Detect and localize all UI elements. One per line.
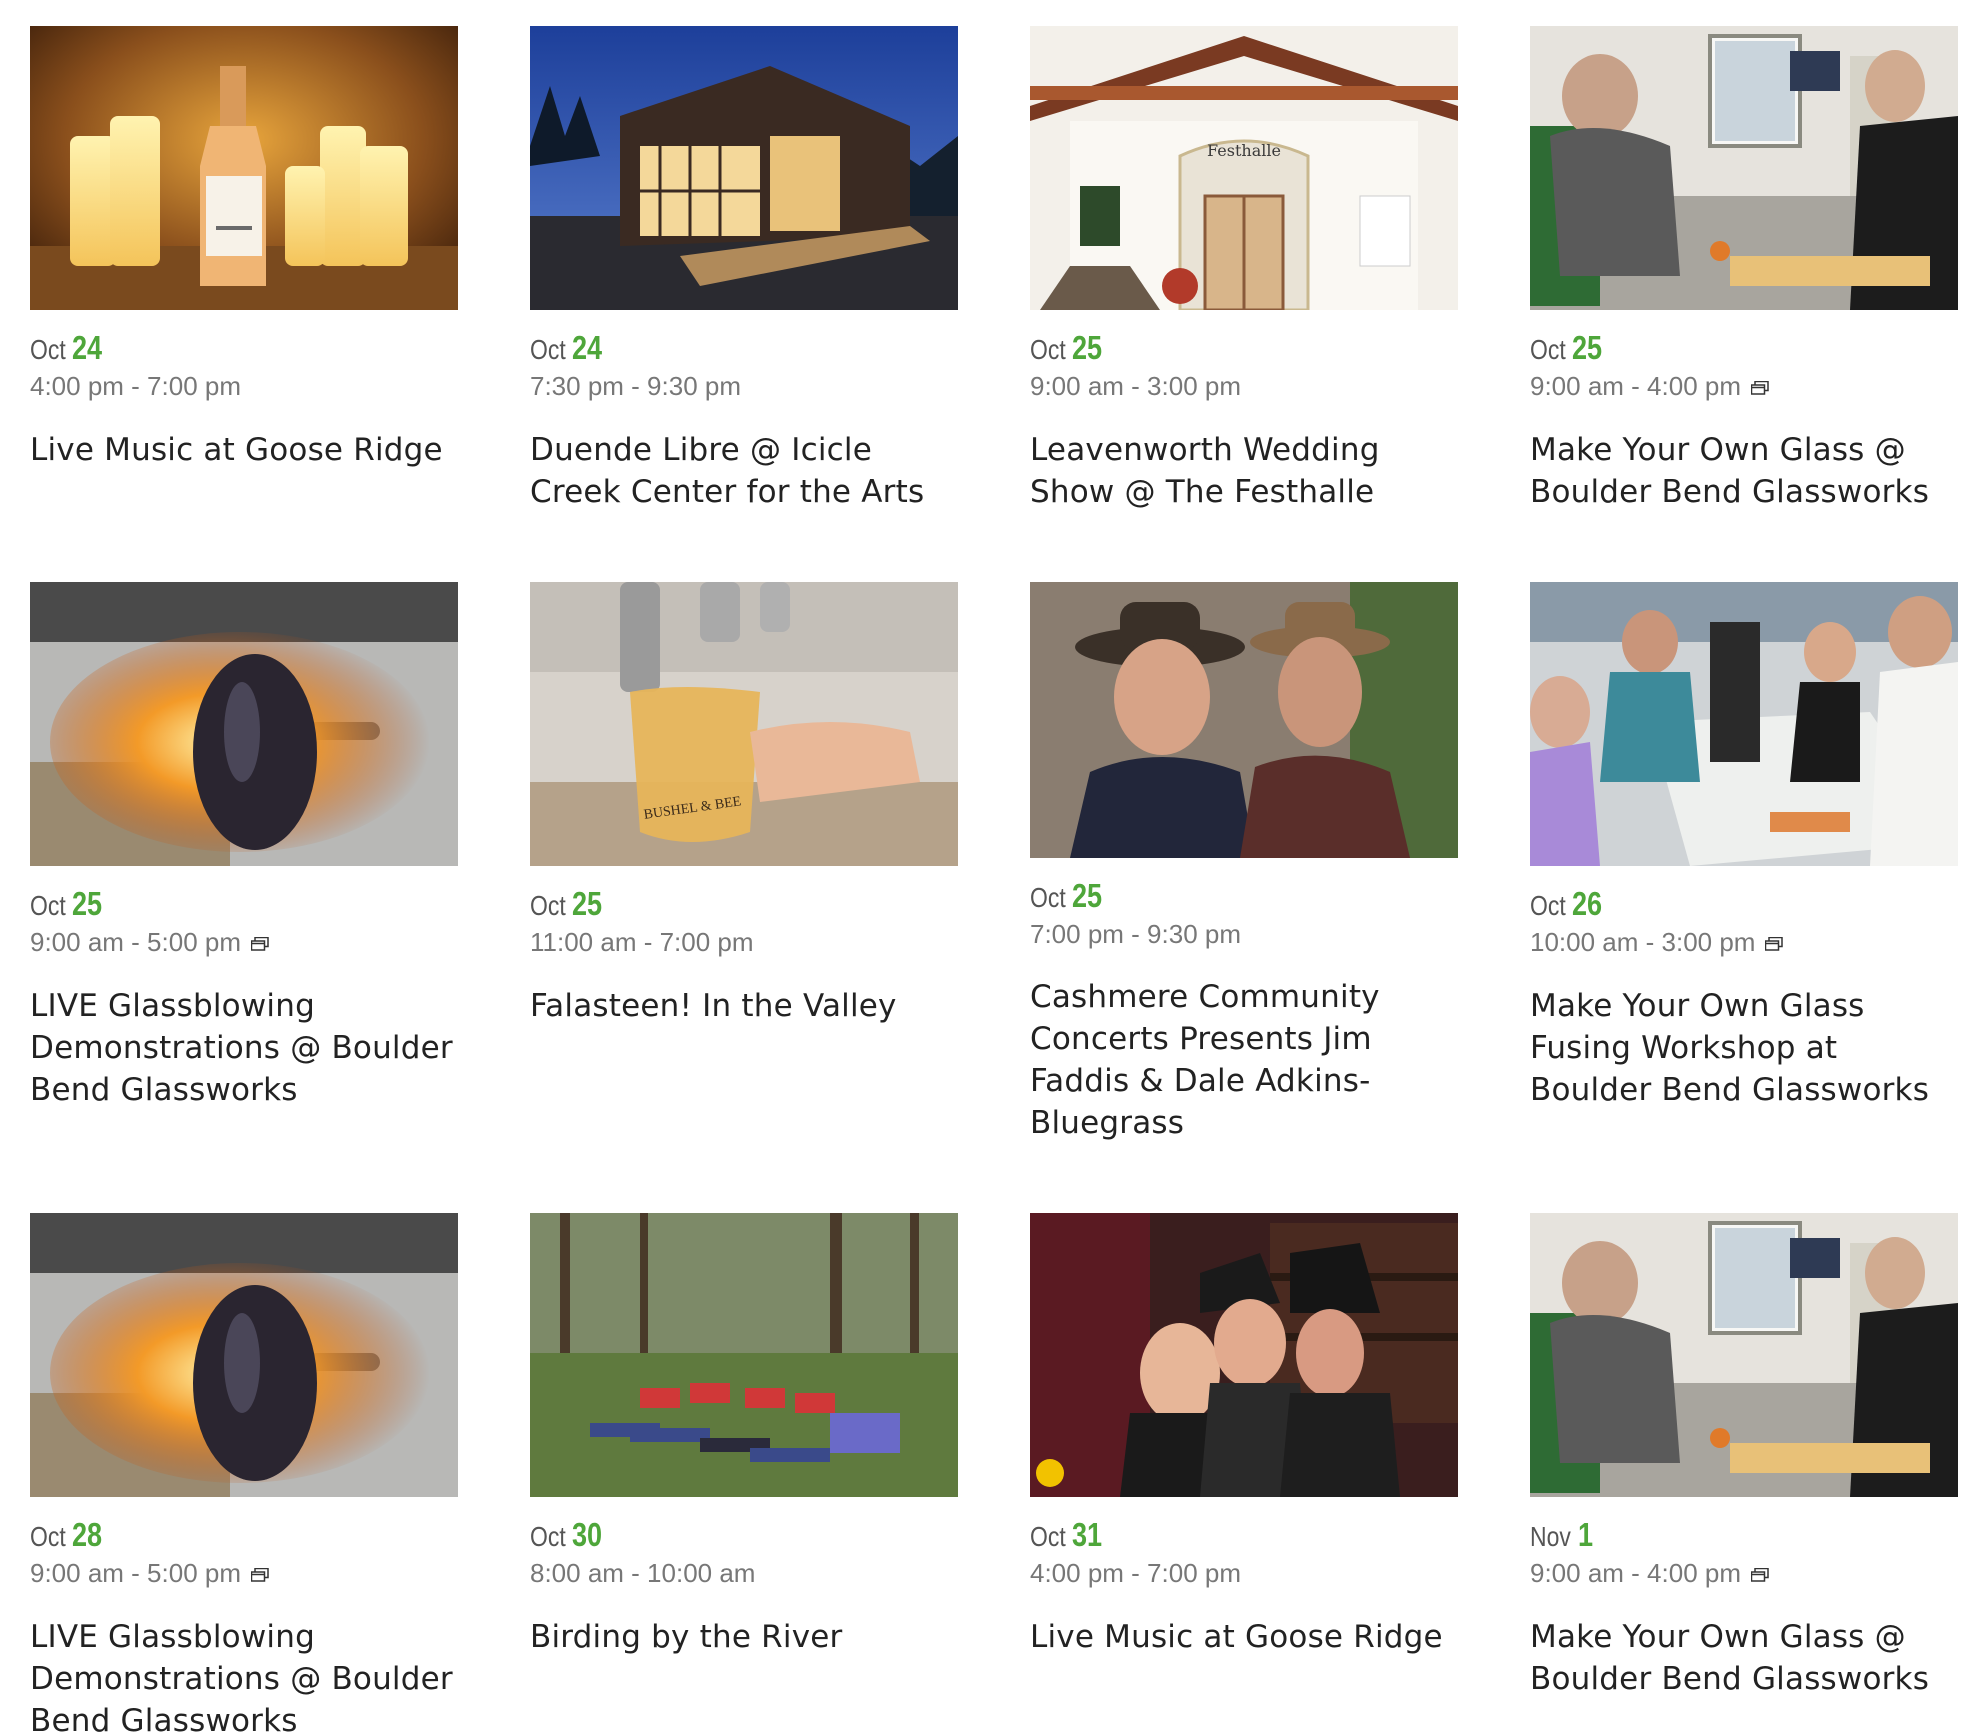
event-image-link[interactable]: Festhalle (1030, 26, 1458, 310)
event-time-text: 10:00 am - 3:00 pm (1530, 927, 1756, 957)
event-image-link[interactable] (30, 1213, 458, 1497)
event-time: 9:00 am - 4:00 pm (1530, 369, 1769, 403)
event-title-link[interactable]: Make Your Own Glass @ Boulder Bend Glass… (1530, 1616, 1958, 1700)
event-month: Oct (30, 890, 66, 921)
event-day: 24 (72, 329, 103, 366)
event-time-text: 9:00 am - 5:00 pm (30, 927, 241, 957)
event-time-text: 9:00 am - 4:00 pm (1530, 1558, 1741, 1588)
witches-wine-bar-icon (1030, 1213, 1458, 1497)
glass-workshop-icon (1530, 26, 1958, 310)
event-image-link[interactable] (1530, 1213, 1958, 1497)
event-title-link[interactable]: Leavenworth Wedding Show @ The Festhalle (1030, 429, 1458, 513)
event-title-link[interactable]: Make Your Own Glass @ Boulder Bend Glass… (1530, 429, 1958, 513)
festhalle-sign: Festhalle (1207, 141, 1281, 160)
event-day: 25 (1072, 877, 1103, 914)
event-day: 25 (72, 885, 103, 922)
event-month: Oct (530, 334, 566, 365)
event-date: Oct 25 (1030, 878, 1109, 914)
event-month: Oct (1530, 890, 1566, 921)
event-title-link[interactable]: Birding by the River (530, 1616, 958, 1658)
event-day: 28 (72, 1516, 103, 1553)
event-image-link[interactable]: BUSHEL & BEE (530, 582, 958, 866)
event-time-text: 9:00 am - 4:00 pm (1530, 371, 1741, 401)
event-time: 9:00 am - 3:00 pm (1030, 371, 1241, 401)
event-time: 7:00 pm - 9:30 pm (1030, 919, 1241, 949)
event-day: 26 (1572, 885, 1603, 922)
event-time: 9:00 am - 4:00 pm (1530, 1556, 1769, 1590)
event-time: 10:00 am - 3:00 pm (1530, 925, 1784, 959)
event-date: Oct 26 (1530, 886, 1609, 922)
event-image-link[interactable] (1030, 1213, 1458, 1497)
event-time: 8:00 am - 10:00 am (530, 1558, 756, 1588)
event-time: 7:30 pm - 9:30 pm (530, 371, 741, 401)
event-title-link[interactable]: Live Music at Goose Ridge (1030, 1616, 1458, 1658)
event-date: Oct 24 (30, 330, 109, 366)
event-day: 25 (1072, 329, 1103, 366)
recurring-event-icon (1751, 1568, 1769, 1582)
festhalle-building-icon: Festhalle (1030, 26, 1458, 310)
event-image-link[interactable] (1530, 582, 1958, 866)
event-date: Oct 24 (530, 330, 609, 366)
beer-tap-glass-icon: BUSHEL & BEE (530, 582, 958, 866)
arts-center-building-icon (530, 26, 958, 310)
recurring-event-icon (1765, 937, 1784, 951)
event-time: 4:00 pm - 7:00 pm (1030, 1558, 1241, 1588)
event-title-link[interactable]: Live Music at Goose Ridge (30, 429, 458, 471)
recurring-event-icon (251, 1568, 269, 1582)
event-month: Oct (30, 334, 66, 365)
event-date: Oct 25 (530, 886, 609, 922)
wine-bottle-candles-icon (30, 26, 458, 310)
event-day: 25 (572, 885, 603, 922)
event-date: Oct 25 (30, 886, 109, 922)
events-grid: Oct 24 4:00 pm - 7:00 pm Live Music at G… (0, 0, 1978, 1732)
event-title-link[interactable]: Falasteen! In the Valley (530, 985, 958, 1027)
event-month: Oct (530, 890, 566, 921)
event-day: 31 (1072, 1516, 1103, 1553)
event-day: 1 (1578, 1516, 1594, 1553)
event-day: 30 (572, 1516, 603, 1553)
event-title-link[interactable]: LIVE Glassblowing Demonstrations @ Bould… (30, 985, 458, 1111)
event-day: 24 (572, 329, 603, 366)
event-title-link[interactable]: Duende Libre @ Icicle Creek Center for t… (530, 429, 958, 513)
event-month: Nov (1530, 1521, 1571, 1552)
event-time: 4:00 pm - 7:00 pm (30, 371, 241, 401)
event-date: Oct 25 (1030, 330, 1109, 366)
event-time: 11:00 am - 7:00 pm (530, 927, 754, 957)
musicians-portrait-icon (1030, 582, 1458, 858)
event-date: Oct 25 (1530, 330, 1609, 366)
event-time: 9:00 am - 5:00 pm (30, 1556, 269, 1590)
event-date: Nov 1 (1530, 1517, 1597, 1553)
glassblowing-fire-icon (30, 1213, 458, 1497)
glass-workshop-icon (1530, 1213, 1958, 1497)
event-title-link[interactable]: Make Your Own Glass Fusing Workshop at B… (1530, 985, 1958, 1111)
event-month: Oct (1030, 882, 1066, 913)
event-time: 9:00 am - 5:00 pm (30, 925, 269, 959)
event-image-link[interactable] (1030, 582, 1458, 858)
recurring-event-icon (251, 937, 269, 951)
event-title-link[interactable]: LIVE Glassblowing Demonstrations @ Bould… (30, 1616, 458, 1732)
kids-birding-icon (530, 1213, 958, 1497)
event-month: Oct (1530, 334, 1566, 365)
event-date: Oct 30 (530, 1517, 609, 1553)
event-time-text: 9:00 am - 5:00 pm (30, 1558, 241, 1588)
event-image-link[interactable] (530, 1213, 958, 1497)
event-day: 25 (1572, 329, 1603, 366)
event-date: Oct 28 (30, 1517, 109, 1553)
event-image-link[interactable] (30, 582, 458, 866)
event-month: Oct (530, 1521, 566, 1552)
glass-fusing-class-icon (1530, 582, 1958, 866)
event-month: Oct (30, 1521, 66, 1552)
glassblowing-fire-icon (30, 582, 458, 866)
event-image-link[interactable] (530, 26, 958, 310)
event-month: Oct (1030, 334, 1066, 365)
recurring-event-icon (1751, 381, 1769, 395)
event-title-link[interactable]: Cashmere Community Concerts Presents Jim… (1030, 976, 1458, 1144)
event-image-link[interactable] (30, 26, 458, 310)
event-image-link[interactable] (1530, 26, 1958, 310)
event-date: Oct 31 (1030, 1517, 1109, 1553)
event-month: Oct (1030, 1521, 1066, 1552)
